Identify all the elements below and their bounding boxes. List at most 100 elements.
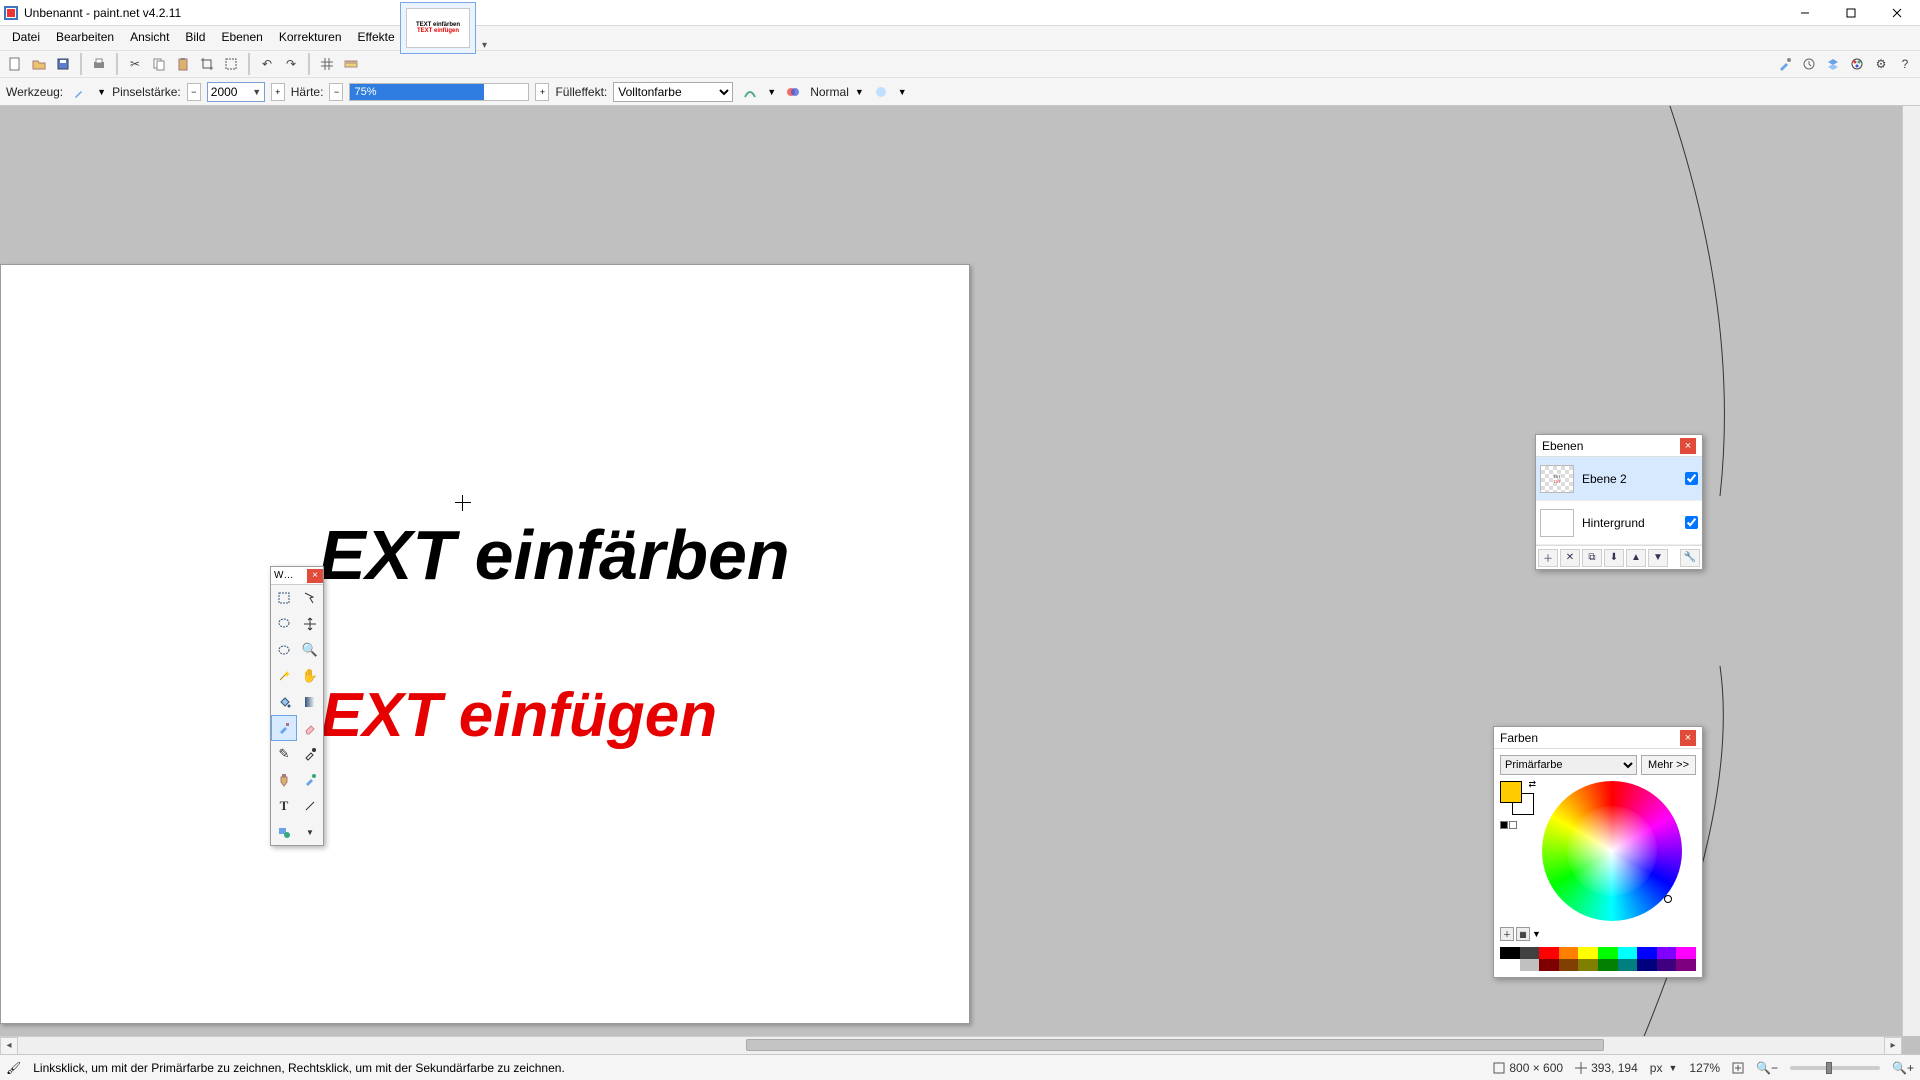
colors-more-button[interactable]: Mehr >> xyxy=(1641,755,1696,775)
tool-picker-button[interactable] xyxy=(69,81,91,103)
layer-visible-checkbox[interactable] xyxy=(1685,516,1698,529)
palette-manage-button[interactable]: ▦ xyxy=(1516,927,1530,941)
menu-bearbeiten[interactable]: Bearbeiten xyxy=(48,26,122,50)
tool-gradient[interactable] xyxy=(297,689,323,715)
tools-panel-header[interactable]: W… × xyxy=(271,567,323,585)
layer-delete-button[interactable]: ✕ xyxy=(1560,549,1580,567)
zoom-out-button[interactable]: 🔍− xyxy=(1756,1061,1778,1075)
overwrite-caret[interactable]: ▼ xyxy=(898,87,907,97)
tool-picker-caret[interactable]: ▼ xyxy=(97,87,106,97)
tool-magic-wand[interactable] xyxy=(271,663,297,689)
layer-row-ebene-2[interactable]: TXTTXT Ebene 2 xyxy=(1536,457,1702,501)
new-file-button[interactable] xyxy=(4,53,26,75)
menu-effekte[interactable]: Effekte xyxy=(350,26,403,50)
tool-eraser[interactable] xyxy=(297,715,323,741)
colors-panel-header[interactable]: Farben × xyxy=(1494,727,1702,749)
zoom-fit-button[interactable] xyxy=(1732,1062,1744,1074)
hardness-increment[interactable]: + xyxy=(535,83,549,101)
crop-button[interactable] xyxy=(196,53,218,75)
tool-text[interactable]: T xyxy=(271,793,297,819)
ruler-button[interactable] xyxy=(340,53,362,75)
horizontal-scrollbar[interactable]: ◂ ▸ xyxy=(0,1036,1902,1054)
antialias-button[interactable] xyxy=(739,81,761,103)
canvas[interactable]: EXT einfärben EXT einfügen xyxy=(0,264,970,1024)
color-wheel-picker[interactable] xyxy=(1664,895,1672,903)
undo-button[interactable]: ↶ xyxy=(256,53,278,75)
layer-duplicate-button[interactable]: ⧉ xyxy=(1582,549,1602,567)
document-tab-overflow[interactable]: ▾ xyxy=(482,40,496,54)
overwrite-button[interactable] xyxy=(870,81,892,103)
copy-button[interactable] xyxy=(148,53,170,75)
hscroll-left-arrow[interactable]: ◂ xyxy=(0,1037,18,1055)
menu-korrekturen[interactable]: Korrekturen xyxy=(271,26,350,50)
tool-lasso[interactable] xyxy=(271,611,297,637)
print-button[interactable] xyxy=(88,53,110,75)
hardness-decrement[interactable]: − xyxy=(329,83,343,101)
paste-button[interactable] xyxy=(172,53,194,75)
palette-caret[interactable]: ▼ xyxy=(1532,929,1541,939)
tool-fill[interactable] xyxy=(271,689,297,715)
brush-size-field[interactable]: ▼ xyxy=(207,82,265,102)
tool-paintbrush[interactable] xyxy=(271,715,297,741)
cut-button[interactable]: ✂ xyxy=(124,53,146,75)
tool-shapes-caret[interactable]: ▼ xyxy=(297,819,323,845)
redo-button[interactable]: ↷ xyxy=(280,53,302,75)
help-button[interactable]: ? xyxy=(1894,53,1916,75)
window-minimize-button[interactable] xyxy=(1782,1,1828,25)
brush-size-increment[interactable]: + xyxy=(271,83,285,101)
toggle-history-panel-button[interactable] xyxy=(1798,53,1820,75)
layer-row-hintergrund[interactable]: Hintergrund xyxy=(1536,501,1702,545)
hscroll-right-arrow[interactable]: ▸ xyxy=(1884,1037,1902,1055)
tool-pan[interactable]: ✋ xyxy=(297,663,323,689)
tool-pencil[interactable]: ✎ xyxy=(271,741,297,767)
swap-colors-icon[interactable]: ⇄ xyxy=(1528,779,1536,790)
brush-size-decrement[interactable]: − xyxy=(187,83,201,101)
open-file-button[interactable] xyxy=(28,53,50,75)
menu-datei[interactable]: Datei xyxy=(4,26,48,50)
tool-clone[interactable] xyxy=(271,767,297,793)
fill-select[interactable]: Volltonfarbe xyxy=(613,82,733,102)
color-swatches[interactable]: ⇄ xyxy=(1500,781,1534,815)
color-wheel[interactable] xyxy=(1542,781,1682,921)
layer-mergedown-button[interactable]: ⬇ xyxy=(1604,549,1624,567)
tool-ellipse-select[interactable] xyxy=(271,637,297,663)
blend-mode-caret[interactable]: ▼ xyxy=(855,87,864,97)
color-palette[interactable] xyxy=(1500,947,1696,971)
brush-size-input[interactable] xyxy=(208,85,250,99)
document-tab-1[interactable]: TEXT einfärben TEXT einfügen xyxy=(400,2,476,54)
layer-moveup-button[interactable]: ▲ xyxy=(1626,549,1646,567)
tool-shapes[interactable] xyxy=(271,819,297,845)
reset-colors-icon[interactable] xyxy=(1500,821,1517,829)
brush-size-dropdown[interactable]: ▼ xyxy=(250,87,264,97)
grid-button[interactable] xyxy=(316,53,338,75)
layers-panel-close[interactable]: × xyxy=(1680,438,1696,454)
layers-panel-header[interactable]: Ebenen × xyxy=(1536,435,1702,457)
menu-ebenen[interactable]: Ebenen xyxy=(213,26,270,50)
tool-rect-select[interactable] xyxy=(271,585,297,611)
toggle-colors-panel-button[interactable] xyxy=(1846,53,1868,75)
hardness-slider[interactable]: 75% xyxy=(349,83,529,101)
deselect-button[interactable] xyxy=(220,53,242,75)
tool-color-picker[interactable] xyxy=(297,741,323,767)
vertical-scrollbar[interactable] xyxy=(1902,106,1920,1036)
primary-color-swatch[interactable] xyxy=(1500,781,1522,803)
zoom-slider[interactable] xyxy=(1790,1066,1880,1070)
layer-add-button[interactable]: ＋ xyxy=(1538,549,1558,567)
settings-button[interactable]: ⚙ xyxy=(1870,53,1892,75)
status-unit-selector[interactable]: px▼ xyxy=(1650,1061,1678,1075)
tool-move-pixels[interactable] xyxy=(297,611,323,637)
hscroll-thumb[interactable] xyxy=(746,1039,1604,1051)
tool-move-select[interactable] xyxy=(297,585,323,611)
tool-line[interactable] xyxy=(297,793,323,819)
colors-panel-close[interactable]: × xyxy=(1680,730,1696,746)
menu-ansicht[interactable]: Ansicht xyxy=(122,26,177,50)
tools-panel-close[interactable]: × xyxy=(307,569,323,583)
antialias-caret[interactable]: ▼ xyxy=(767,87,776,97)
tool-zoom[interactable]: 🔍 xyxy=(297,637,323,663)
tool-recolor[interactable] xyxy=(297,767,323,793)
toggle-layers-panel-button[interactable] xyxy=(1822,53,1844,75)
zoom-in-button[interactable]: 🔍+ xyxy=(1892,1061,1914,1075)
layer-properties-button[interactable]: 🔧 xyxy=(1680,549,1700,567)
window-close-button[interactable] xyxy=(1874,1,1920,25)
menu-bild[interactable]: Bild xyxy=(177,26,213,50)
